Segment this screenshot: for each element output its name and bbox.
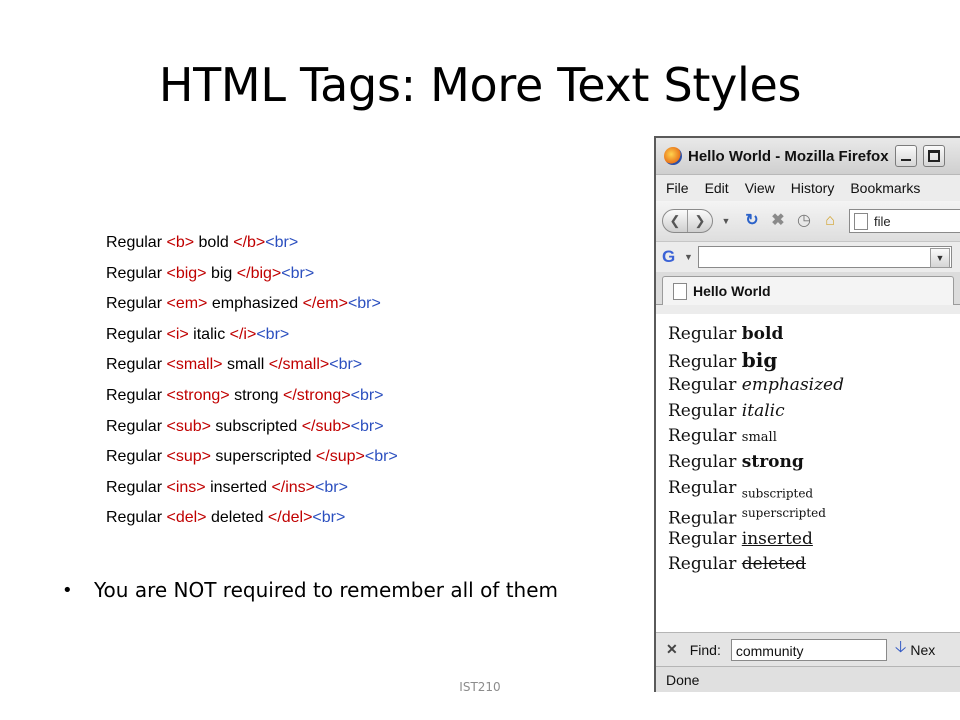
clock-icon[interactable]: ◷ bbox=[791, 210, 817, 232]
code-line: Regular <small> small </small><br> bbox=[106, 356, 363, 374]
menu-view[interactable]: View bbox=[745, 180, 775, 196]
google-g-icon[interactable]: G bbox=[662, 247, 684, 267]
slide-title: HTML Tags: More Text Styles bbox=[158, 58, 802, 112]
code-line: Regular <big> big </big><br> bbox=[106, 264, 315, 282]
code-line: Regular <del> deleted </del><br> bbox=[106, 509, 346, 527]
tab-label: Hello World bbox=[693, 283, 771, 299]
rendered-line: Regular inserted bbox=[668, 528, 813, 549]
search-engine-dropdown-icon[interactable]: ▼ bbox=[684, 252, 698, 262]
code-line: Regular <sup> superscripted </sup><br> bbox=[106, 448, 398, 466]
rendered-page: Regular bold Regular big Regular emphasi… bbox=[656, 314, 960, 632]
browser-toolbar-search: G ▼ ▼ bbox=[656, 242, 960, 272]
browser-navbar: ❮ ❯ ▼ ↻ ✖ ◷ ⌂ file bbox=[656, 201, 960, 242]
bullet-dot-icon: • bbox=[62, 579, 73, 601]
home-icon[interactable]: ⌂ bbox=[817, 210, 843, 232]
minimize-button[interactable] bbox=[894, 145, 917, 167]
html-code-list: Regular <b> bold </b><br> Regular <big> … bbox=[106, 228, 398, 534]
code-line: Regular <em> emphasized </em><br> bbox=[106, 295, 381, 313]
rendered-line: Regular emphasized bbox=[668, 375, 845, 396]
page-icon bbox=[854, 212, 868, 230]
tab-hello-world[interactable]: Hello World bbox=[662, 276, 954, 305]
find-next-label: Nex bbox=[910, 641, 936, 658]
reload-icon[interactable]: ↻ bbox=[739, 210, 765, 232]
find-bar: ✕ Find: community 🡣 Nex bbox=[656, 632, 960, 666]
menu-bookmarks[interactable]: Bookmarks bbox=[850, 180, 920, 196]
rendered-line: Regular italic bbox=[668, 400, 785, 421]
back-forward-group: ❮ ❯ bbox=[662, 209, 713, 233]
code-line: Regular <b> bold </b><br> bbox=[106, 234, 299, 251]
browser-screenshot: Hello World - Mozilla Firefox File Edit … bbox=[654, 136, 960, 692]
rendered-line: Regular deleted bbox=[668, 554, 807, 575]
close-icon[interactable]: ✕ bbox=[666, 641, 678, 658]
tab-strip: Hello World bbox=[656, 272, 960, 305]
find-label: Find: bbox=[689, 641, 721, 658]
down-arrow-icon: 🡣 bbox=[894, 639, 907, 656]
code-line: Regular <strong> strong </strong><br> bbox=[106, 386, 384, 404]
find-input[interactable]: community bbox=[730, 638, 887, 661]
menu-edit[interactable]: Edit bbox=[705, 180, 729, 196]
url-bar[interactable]: file bbox=[849, 209, 960, 233]
forward-arrow-icon[interactable]: ❯ bbox=[687, 210, 712, 232]
bullet-text: You are NOT required to remember all of … bbox=[94, 578, 559, 602]
bullet-point: • You are NOT required to remember all o… bbox=[62, 578, 558, 602]
footer-course: IST210 bbox=[459, 680, 501, 694]
code-line: Regular <i> italic </i><br> bbox=[106, 325, 290, 343]
rendered-line: Regular superscripted bbox=[668, 506, 826, 529]
back-arrow-icon[interactable]: ❮ bbox=[663, 210, 687, 232]
find-next-button[interactable]: 🡣 Nex bbox=[895, 636, 935, 663]
tab-page-icon bbox=[673, 282, 687, 300]
chevron-down-icon[interactable]: ▼ bbox=[930, 248, 950, 268]
rendered-line: Regular small bbox=[668, 426, 777, 447]
menu-history[interactable]: History bbox=[791, 180, 835, 196]
history-dropdown-icon[interactable]: ▼ bbox=[713, 210, 739, 232]
rendered-line: Regular strong bbox=[668, 451, 804, 472]
firefox-logo-icon bbox=[664, 147, 682, 165]
rendered-line: Regular big bbox=[668, 347, 778, 372]
browser-menubar: File Edit View History Bookmarks bbox=[656, 175, 960, 201]
browser-window-title: Hello World - Mozilla Firefox bbox=[688, 147, 889, 165]
menu-file[interactable]: File bbox=[666, 180, 689, 196]
code-line: Regular <sub> subscripted </sub><br> bbox=[106, 417, 384, 435]
rendered-line: Regular bold bbox=[668, 324, 784, 344]
status-bar: Done bbox=[656, 666, 960, 692]
browser-titlebar: Hello World - Mozilla Firefox bbox=[656, 138, 960, 175]
code-line: Regular <ins> inserted </ins><br> bbox=[106, 478, 348, 496]
rendered-line: Regular subscripted bbox=[668, 477, 814, 500]
search-input[interactable]: ▼ bbox=[698, 246, 952, 268]
url-text: file bbox=[874, 213, 891, 229]
maximize-button[interactable] bbox=[922, 145, 945, 167]
stop-icon[interactable]: ✖ bbox=[765, 210, 791, 232]
